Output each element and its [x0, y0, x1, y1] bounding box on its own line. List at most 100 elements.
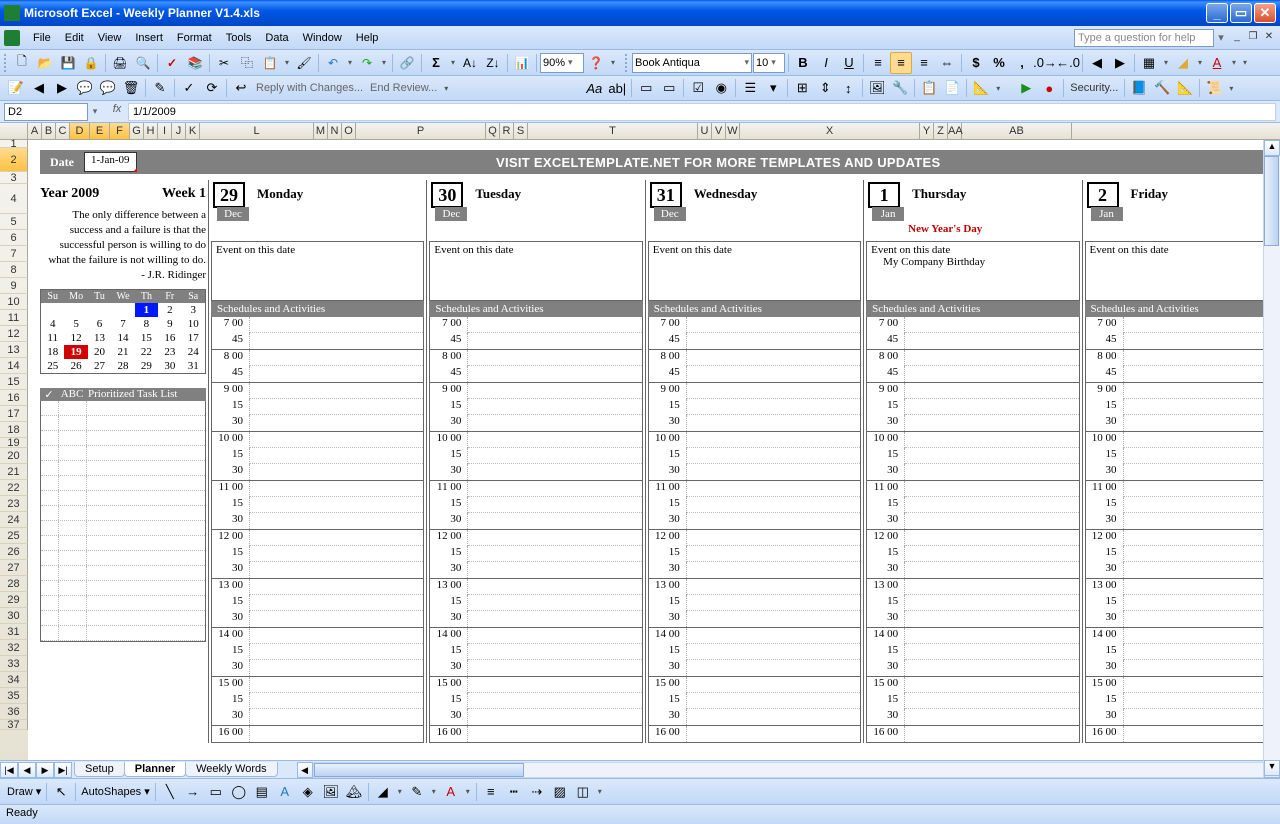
time-slot[interactable]: 7 00	[649, 317, 860, 333]
time-slot[interactable]: 9 00	[1086, 383, 1278, 399]
arrow-button[interactable]: →	[182, 781, 204, 803]
font-size-combo[interactable]: 10▾	[753, 53, 785, 73]
minical-day[interactable]: 3	[182, 303, 205, 317]
font-combo[interactable]: Book Antiqua▾	[632, 53, 752, 73]
time-slot[interactable]: 8 00	[867, 350, 1078, 366]
next-comment-button[interactable]: ▶	[51, 77, 73, 99]
time-slot[interactable]: 15	[212, 546, 423, 562]
scrollbar-control-button[interactable]: ↕	[837, 77, 859, 99]
line-color-button[interactable]: ✎	[406, 781, 428, 803]
row-header-23[interactable]: 23	[0, 496, 28, 512]
row-header-26[interactable]: 26	[0, 544, 28, 560]
font-color-button[interactable]: A	[1206, 52, 1228, 74]
time-slot[interactable]: 15	[1086, 497, 1278, 513]
undo-dropdown[interactable]: ▾	[345, 58, 355, 67]
time-slot[interactable]: 12 00	[430, 530, 641, 546]
time-slot[interactable]: 14 00	[212, 628, 423, 644]
minical-day[interactable]: 1	[135, 303, 158, 317]
time-slot[interactable]: 15	[1086, 693, 1278, 709]
properties-button[interactable]: 📋	[918, 77, 940, 99]
spin-control-button[interactable]: ⇕	[814, 77, 836, 99]
time-slot[interactable]: 30	[649, 709, 860, 725]
minical-day[interactable]: 10	[182, 317, 205, 331]
window-minimize-button[interactable]: _	[1206, 3, 1228, 23]
toolbar-grip-2[interactable]	[625, 54, 629, 72]
time-slot[interactable]: 30	[430, 415, 641, 431]
sort-desc-button[interactable]: Z↓	[482, 52, 504, 74]
sheet-tab-planner[interactable]: Planner	[124, 762, 186, 777]
event-box[interactable]: Event on this dateMy Company Birthday	[866, 241, 1079, 301]
time-slot[interactable]: 30	[430, 611, 641, 627]
row-header-22[interactable]: 22	[0, 480, 28, 496]
borders-button[interactable]: ▦	[1138, 52, 1160, 74]
time-slot[interactable]: 7 00	[1086, 317, 1278, 333]
time-slot[interactable]: 15	[1086, 644, 1278, 660]
doc-minimize-button[interactable]: _	[1230, 31, 1244, 45]
col-header-C[interactable]: C	[56, 123, 70, 139]
redo-dropdown[interactable]: ▾	[379, 58, 389, 67]
help-search-input[interactable]	[1074, 29, 1214, 47]
date-input-cell[interactable]: 1-Jan-09	[84, 152, 137, 172]
fill-color-button[interactable]: ◢	[1172, 52, 1194, 74]
borders-dropdown[interactable]: ▾	[1161, 58, 1171, 67]
time-slot[interactable]: 30	[1086, 464, 1278, 480]
time-slot[interactable]: 16 00	[1086, 726, 1278, 742]
minical-day[interactable]: 22	[135, 345, 158, 359]
copy-button[interactable]: ⿻	[236, 52, 258, 74]
col-header-A[interactable]: A	[28, 123, 42, 139]
col-header-Q[interactable]: Q	[486, 123, 500, 139]
autosum-dropdown[interactable]: ▾	[448, 58, 458, 67]
undo-button[interactable]: ↶	[322, 52, 344, 74]
task-row[interactable]	[41, 461, 205, 476]
time-slot[interactable]: 11 00	[867, 481, 1078, 497]
time-slot[interactable]: 30	[430, 562, 641, 578]
3d-button[interactable]: ◫	[572, 781, 594, 803]
time-slot[interactable]: 10 00	[212, 432, 423, 448]
time-slot[interactable]: 15	[867, 399, 1078, 415]
security-options[interactable]: ▾	[1226, 84, 1236, 93]
scroll-up-button[interactable]: ▲	[1264, 140, 1280, 156]
option-control-button[interactable]: ◉	[710, 77, 732, 99]
col-header-G[interactable]: G	[130, 123, 144, 139]
time-slot[interactable]: 15 00	[212, 677, 423, 693]
line-button[interactable]: ╲	[159, 781, 181, 803]
col-header-N[interactable]: N	[328, 123, 342, 139]
time-slot[interactable]: 14 00	[430, 628, 641, 644]
time-slot[interactable]: 15	[867, 497, 1078, 513]
time-slot[interactable]: 30	[212, 562, 423, 578]
task-row[interactable]	[41, 536, 205, 551]
new-button[interactable]: 🗋	[11, 52, 33, 74]
menu-insert[interactable]: Insert	[128, 29, 170, 47]
tab-last-button[interactable]: ▶|	[54, 762, 72, 778]
row-header-12[interactable]: 12	[0, 326, 28, 342]
minical-day[interactable]: 29	[135, 359, 158, 373]
row-header-8[interactable]: 8	[0, 262, 28, 278]
scroll-left-button[interactable]: ◀	[297, 762, 313, 778]
time-slot[interactable]: 7 00	[867, 317, 1078, 333]
row-header-6[interactable]: 6	[0, 230, 28, 246]
horizontal-scrollbar[interactable]: ◀ ▶	[297, 762, 1280, 778]
task-row[interactable]	[41, 521, 205, 536]
col-header-Z[interactable]: Z	[934, 123, 948, 139]
percent-button[interactable]: %	[988, 52, 1010, 74]
menu-window[interactable]: Window	[296, 29, 349, 47]
fill-color-draw-button[interactable]: ◢	[372, 781, 394, 803]
row-header-16[interactable]: 16	[0, 390, 28, 406]
time-slot[interactable]: 12 00	[649, 530, 860, 546]
task-row[interactable]	[41, 611, 205, 626]
time-slot[interactable]: 30	[867, 660, 1078, 676]
time-slot[interactable]: 30	[212, 611, 423, 627]
time-slot[interactable]: 14 00	[867, 628, 1078, 644]
time-slot[interactable]: 30	[430, 709, 641, 725]
toolbar-options[interactable]: ▾	[608, 58, 618, 67]
security-button[interactable]: Security...	[1067, 82, 1121, 94]
time-slot[interactable]: 30	[212, 464, 423, 480]
time-slot[interactable]: 15	[867, 595, 1078, 611]
time-slot[interactable]: 15	[212, 693, 423, 709]
time-slot[interactable]: 45	[649, 333, 860, 349]
fill-dropdown[interactable]: ▾	[1195, 58, 1205, 67]
increase-decimal-button[interactable]: .0→	[1034, 52, 1056, 74]
sheet-tab-weekly-words[interactable]: Weekly Words	[185, 762, 278, 777]
task-row[interactable]	[41, 581, 205, 596]
minical-day[interactable]: 12	[64, 331, 87, 345]
